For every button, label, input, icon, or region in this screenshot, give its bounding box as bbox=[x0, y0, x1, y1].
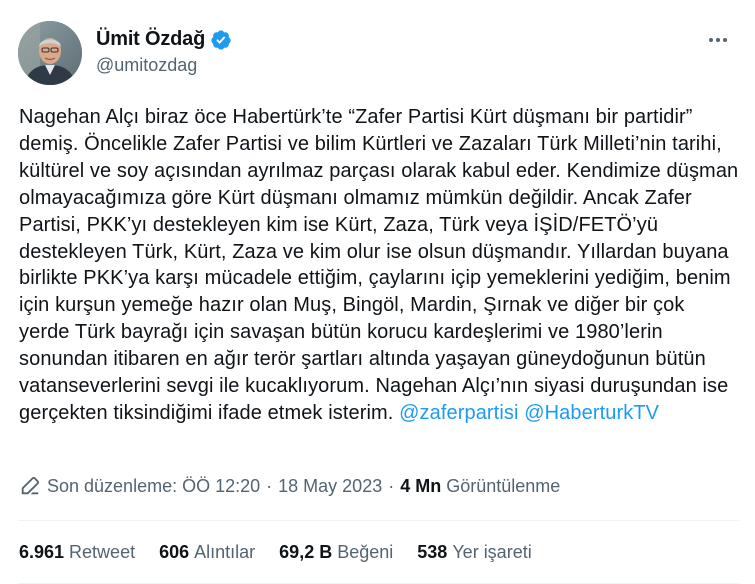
tweet-date[interactable]: 18 May 2023 bbox=[278, 476, 382, 497]
quotes-label: Alıntılar bbox=[194, 542, 256, 562]
more-options-button[interactable] bbox=[703, 28, 733, 52]
dot bbox=[723, 38, 727, 42]
author-handle[interactable]: @umitozdag bbox=[96, 55, 197, 76]
retweets-label: Retweet bbox=[69, 542, 136, 562]
tweet-time[interactable]: ÖÖ 12:20 bbox=[182, 476, 260, 497]
likes-stat[interactable]: 69,2 B Beğeni bbox=[279, 542, 393, 563]
separator: · bbox=[388, 475, 395, 496]
mention-link-haberturktv[interactable]: @HaberturkTV bbox=[524, 402, 659, 424]
views-count: 4 Mn bbox=[400, 475, 442, 496]
avatar[interactable] bbox=[18, 21, 82, 85]
verified-badge-icon bbox=[211, 29, 231, 50]
likes-count: 69,2 B bbox=[279, 542, 333, 562]
edited-label[interactable]: Son düzenleme: bbox=[47, 476, 177, 497]
tweet-text: Nagehan Alçı biraz öce Habertürk’te “Zaf… bbox=[19, 104, 739, 427]
bookmarks-stat[interactable]: 538 Yer işareti bbox=[417, 542, 531, 563]
dot bbox=[709, 38, 713, 42]
divider bbox=[18, 520, 739, 521]
views-label: Görüntülenme bbox=[446, 475, 561, 496]
separator: · bbox=[266, 475, 273, 496]
author-display-name[interactable]: Ümit Özdağ bbox=[96, 28, 205, 51]
tweet-card: Ümit Özdağ @umitozdag Nagehan Alçı biraz… bbox=[0, 0, 755, 584]
bookmarks-label: Yer işareti bbox=[452, 542, 532, 562]
dot bbox=[716, 38, 720, 42]
bookmarks-count: 538 bbox=[417, 542, 448, 562]
likes-label: Beğeni bbox=[337, 542, 394, 562]
retweets-count: 6.961 bbox=[19, 542, 65, 562]
profile-photo-icon bbox=[18, 21, 82, 85]
quotes-stat[interactable]: 606 Alıntılar bbox=[159, 542, 255, 563]
engagement-stats: 6.961 Retweet 606 Alıntılar 69,2 B Beğen… bbox=[19, 542, 556, 563]
retweets-stat[interactable]: 6.961 Retweet bbox=[19, 542, 135, 563]
quotes-count: 606 bbox=[159, 542, 190, 562]
tweet-text-content: Nagehan Alçı biraz öce Habertürk’te “Zaf… bbox=[19, 106, 739, 424]
pencil-edit-icon bbox=[21, 476, 40, 495]
mention-link-zaferpartisi[interactable]: @zaferpartisi bbox=[399, 402, 518, 424]
edited-timestamp-row: Son düzenleme: ÖÖ 12:20 · 18 May 2023 · … bbox=[19, 475, 560, 497]
author-name-row[interactable]: Ümit Özdağ bbox=[96, 28, 232, 51]
